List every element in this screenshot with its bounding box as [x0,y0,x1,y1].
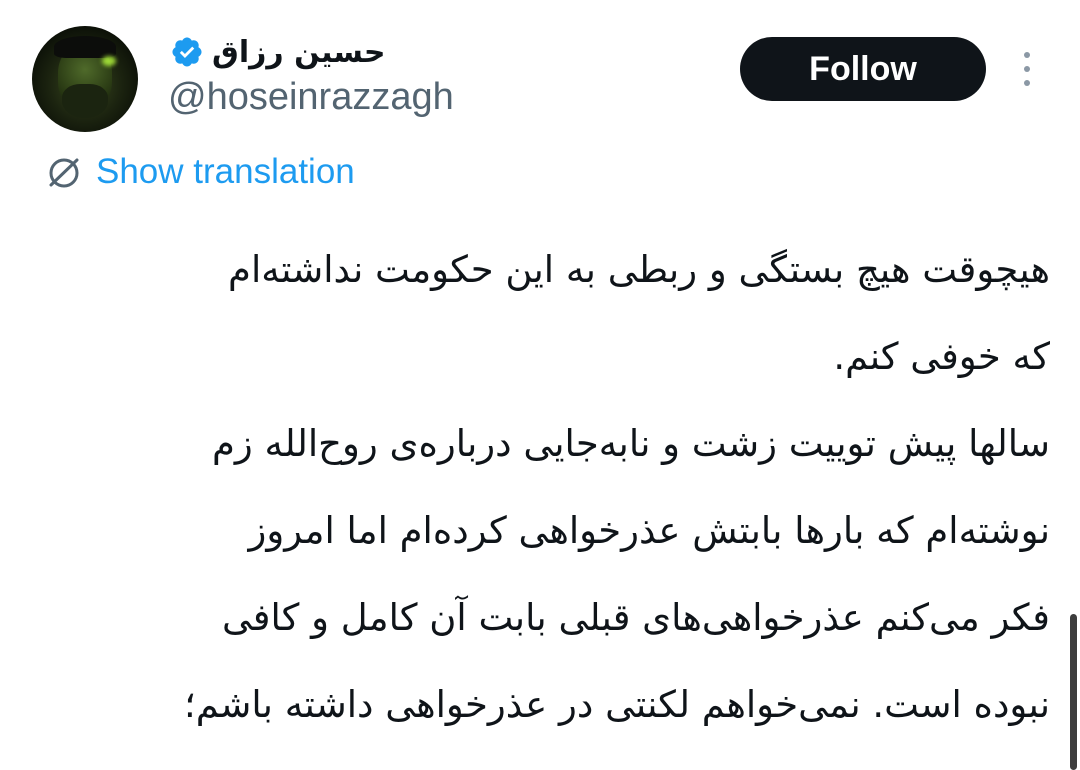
tweet-text-line: هیچوقت هیچ بستگی و ربطی به این حکومت ندا… [228,248,1050,291]
tweet-text-line: سالها پیش توییت زشت و نابه‌جایی درباره‌ی… [211,422,1050,465]
follow-button[interactable]: Follow [740,37,986,101]
author-name-row[interactable]: حسین رزاق [170,30,385,74]
tweet-text-line: نبوده است. نمی‌خواهم لکنتی در عذرخواهی د… [184,683,1050,726]
show-translation-label[interactable]: Show translation [96,152,355,192]
tweet-text-line: نوشته‌ام که بارها بابتش عذرخواهی کرده‌ام… [248,509,1051,552]
avatar-hat [54,36,116,58]
more-vertical-icon[interactable] [1010,48,1044,90]
show-translation-link[interactable]: Show translation [44,152,355,192]
author-display-name[interactable]: حسین رزاق [212,35,385,70]
avatar-beard [62,84,108,118]
avatar[interactable] [32,26,138,132]
avatar-glow [102,56,116,66]
tweet-text-line: فکر می‌کنم عذرخواهی‌های قبلی بابت آن کام… [221,596,1050,639]
more-dot [1024,66,1030,72]
tweet-page: حسین رزاق @hoseinrazzagh Follow Show tra… [0,0,1080,770]
author-handle[interactable]: @hoseinrazzagh [168,76,454,119]
more-dot [1024,52,1030,58]
verified-badge-icon [172,37,202,67]
tweet-text: هیچوقت هیچ بستگی و ربطی به این حکومت ندا… [40,226,1050,748]
translate-globe-icon [49,158,79,188]
tweet-text-line: که خوفی کنم. [833,335,1050,378]
more-dot [1024,80,1030,86]
scrollbar[interactable] [1070,614,1077,770]
